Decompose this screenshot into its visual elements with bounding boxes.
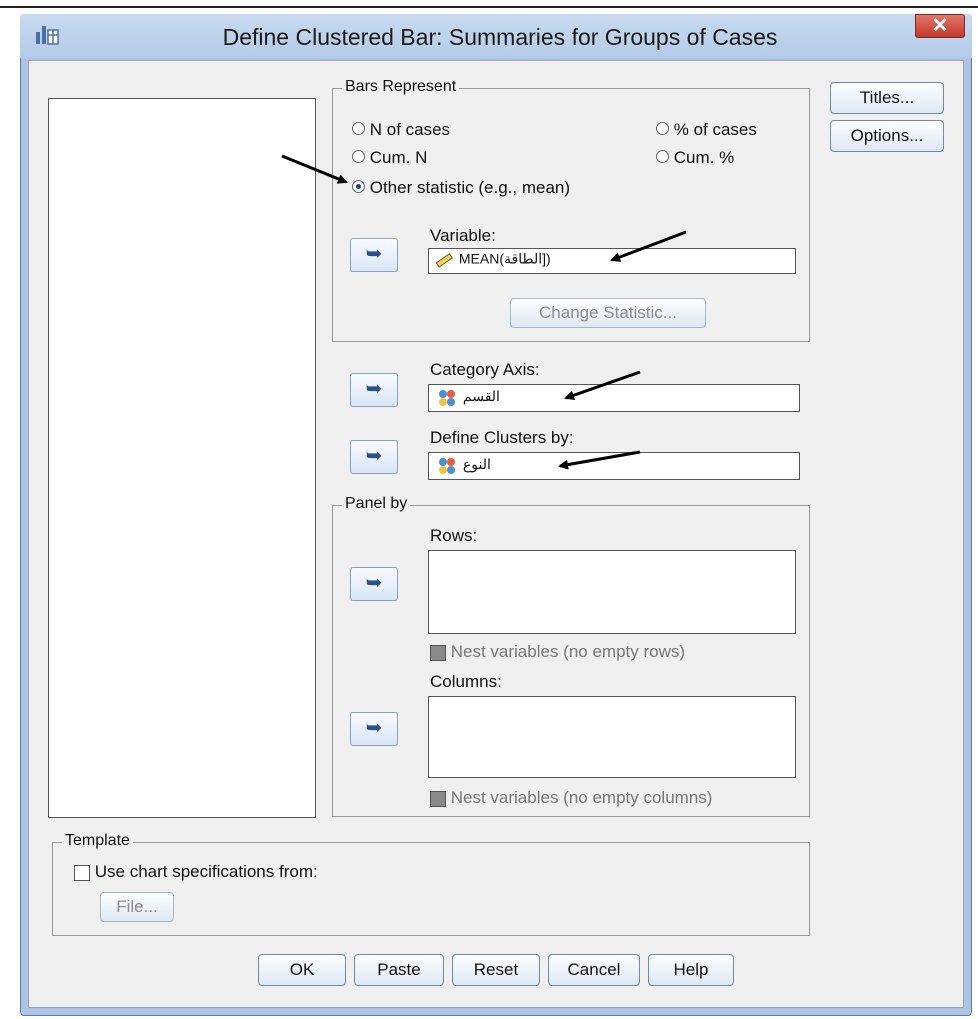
- paste-button[interactable]: Paste: [354, 954, 444, 986]
- use-chart-spec-checkbox[interactable]: Use chart specifications from:: [74, 862, 318, 882]
- use-chart-spec-label: Use chart specifications from:: [94, 862, 318, 881]
- titles-button[interactable]: Titles...: [830, 82, 944, 114]
- nominal-variable-icon: [437, 457, 457, 478]
- nominal-variable-icon: [437, 389, 457, 410]
- radio-circle[interactable]: [656, 122, 669, 135]
- radio-circle[interactable]: [352, 122, 365, 135]
- checkbox[interactable]: [430, 644, 446, 661]
- template-legend: Template: [62, 832, 133, 850]
- arrow-right-icon: ➥: [365, 717, 383, 739]
- move-columns-button[interactable]: ➥: [350, 712, 398, 746]
- ok-button[interactable]: OK: [258, 954, 346, 986]
- define-clusters-value: النوع: [462, 456, 491, 473]
- top-rule: [0, 6, 978, 8]
- nest-rows-label: Nest variables (no empty rows): [450, 642, 686, 661]
- radio-label: Cum. N: [369, 148, 428, 167]
- help-button[interactable]: Help: [648, 954, 734, 986]
- move-rows-button[interactable]: ➥: [350, 567, 398, 601]
- category-axis-label: Category Axis:: [430, 360, 540, 379]
- define-clusters-label: Define Clusters by:: [430, 428, 574, 447]
- radio-label: % of cases: [673, 120, 757, 139]
- radio-other-statistic[interactable]: Other statistic (e.g., mean): [352, 178, 570, 198]
- file-button[interactable]: File...: [100, 892, 174, 922]
- arrow-right-icon: ➥: [365, 572, 383, 594]
- radio-label: Cum. %: [673, 148, 735, 167]
- radio-cum-n[interactable]: Cum. N: [352, 148, 427, 168]
- close-icon[interactable]: ✕: [932, 15, 949, 37]
- change-statistic-button[interactable]: Change Statistic...: [510, 298, 706, 328]
- columns-label: Columns:: [430, 672, 502, 691]
- category-axis-value: القسم: [462, 388, 500, 405]
- move-variable-button[interactable]: ➥: [350, 238, 398, 272]
- nest-columns-checkbox[interactable]: Nest variables (no empty columns): [430, 788, 712, 808]
- columns-list[interactable]: [428, 696, 796, 778]
- nest-columns-label: Nest variables (no empty columns): [450, 788, 713, 807]
- chart-builder-icon: [34, 22, 60, 46]
- variable-value: MEAN(الطاقة]): [458, 250, 551, 267]
- reset-button[interactable]: Reset: [452, 954, 540, 986]
- radio-percent-of-cases[interactable]: % of cases: [656, 120, 757, 140]
- category-axis-field[interactable]: القسم: [428, 384, 800, 412]
- move-category-axis-button[interactable]: ➥: [350, 373, 398, 407]
- panel-by-legend: Panel by: [342, 495, 411, 513]
- move-clusters-button[interactable]: ➥: [350, 440, 398, 474]
- radio-n-of-cases[interactable]: N of cases: [352, 120, 450, 140]
- source-variable-list[interactable]: [48, 98, 316, 818]
- variable-label: Variable:: [430, 226, 496, 245]
- arrow-right-icon: ➥: [365, 243, 383, 265]
- radio-circle[interactable]: [656, 150, 669, 163]
- radio-circle-selected[interactable]: [352, 180, 365, 193]
- define-clusters-field[interactable]: النوع: [428, 452, 800, 480]
- checkbox[interactable]: [74, 864, 90, 881]
- bars-represent-legend: Bars Represent: [342, 78, 460, 96]
- nest-rows-checkbox[interactable]: Nest variables (no empty rows): [430, 642, 685, 662]
- radio-label: Other statistic (e.g., mean): [369, 178, 571, 197]
- checkbox[interactable]: [430, 790, 446, 807]
- cancel-button[interactable]: Cancel: [548, 954, 640, 986]
- arrow-right-icon: ➥: [365, 378, 383, 400]
- rows-list[interactable]: [428, 550, 796, 634]
- rows-label: Rows:: [430, 526, 478, 545]
- dialog-title: Define Clustered Bar: Summaries for Grou…: [222, 24, 778, 50]
- variable-field[interactable]: MEAN(الطاقة]): [428, 248, 796, 274]
- arrow-right-icon: ➥: [365, 445, 383, 467]
- radio-cum-percent[interactable]: Cum. %: [656, 148, 734, 168]
- options-button[interactable]: Options...: [830, 120, 944, 152]
- close-button[interactable]: ✕: [915, 14, 965, 38]
- radio-label: N of cases: [369, 120, 451, 139]
- radio-circle[interactable]: [352, 150, 365, 163]
- ruler-icon: [435, 252, 453, 271]
